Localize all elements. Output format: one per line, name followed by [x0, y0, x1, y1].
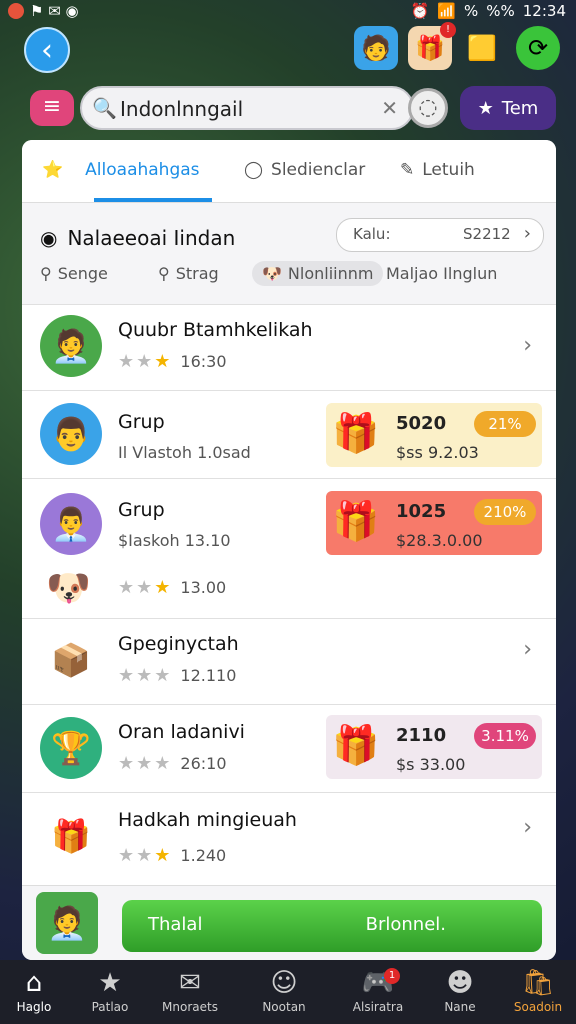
team-label: Tem — [501, 97, 539, 119]
bottom-action-row: 🧑‍💼 Thalal Brlonnel. — [22, 885, 556, 960]
chevron-right-icon: › — [523, 223, 531, 244]
refresh-reward-button[interactable]: ⟳ — [516, 26, 560, 70]
status-icons: ⚑ ✉ ◉ — [30, 2, 79, 20]
sync-icon: ◌ — [418, 95, 438, 120]
gift-badge: ! — [440, 22, 456, 38]
wifi-icon: 📶 — [437, 2, 456, 20]
chevron-right-icon: › — [523, 815, 532, 840]
pet-icon: 🐶 — [46, 568, 91, 609]
battery-text: %% — [486, 2, 515, 20]
search-small-icon: ⚲ — [158, 264, 170, 283]
nav-mail[interactable]: ✉ Mnoraets — [150, 966, 230, 1014]
tab-third[interactable]: ✎ Letuih — [400, 160, 475, 180]
sync-button[interactable]: ◌ — [408, 88, 448, 128]
person-icon: ⚲ — [40, 264, 52, 283]
avatar-icon: 🧑 — [361, 34, 391, 62]
person-icon: ☻ — [446, 968, 474, 998]
list-item[interactable]: 📦 Gpeginyctah ★ ★ ★ 12.110 › — [22, 618, 556, 705]
rating: ★ ★ ★ 12.110 — [118, 665, 237, 686]
filter-3[interactable]: 🐶 Nlonliinnm — [252, 261, 384, 286]
gift-box-icon: 🎁 — [332, 723, 380, 767]
clock: 12:34 — [522, 2, 566, 20]
list-item[interactable]: 🎁 Hadkah mingieuah ★ ★ ★ 1.240 › — [22, 792, 556, 886]
bottom-nav: ⌂ Haglo ★ Patlao ✉ Mnoraets ☺ Nootan 🎮 Alsira… — [0, 960, 576, 1024]
gift-button[interactable]: 🎁! — [408, 22, 456, 70]
tab-bar: ⭐ Alloaahahgas ◯ Sledienclar ✎ Letuih — [22, 140, 556, 203]
avatar: 👨 — [40, 403, 102, 465]
list-item[interactable]: 🏆 Oran ladanivi ★ ★ ★ 26:10 🎁 2110 3.11% $s… — [22, 704, 556, 793]
nav-profile[interactable]: ☻ Nane — [420, 966, 500, 1014]
star-icon: ★ — [98, 968, 122, 998]
offer-card[interactable]: 🎁 5020 21% $ss 9.2.03 — [326, 403, 542, 467]
clear-icon[interactable]: ✕ — [381, 96, 398, 120]
nav-star[interactable]: ★ Patlao — [70, 966, 150, 1014]
rating: ★ ★ ★ 1.240 — [118, 845, 227, 866]
main-panel: ⭐ Alloaahahgas ◯ Sledienclar ✎ Letuih ◉ Nala… — [22, 140, 556, 960]
confirm-button[interactable]: Thalal Brlonnel. — [122, 900, 542, 952]
notification-icon — [8, 3, 24, 19]
profile-avatar-button[interactable]: 🧑 — [354, 26, 398, 70]
chat-icon: ☺ — [270, 968, 298, 998]
compass-icon: ◉ — [40, 226, 58, 250]
status-bar: ⚑ ✉ ◉ ⏰ 📶 % %% 12:34 — [0, 0, 576, 24]
tab-first[interactable]: ⭐ Alloaahahgas — [42, 160, 200, 180]
nav-shop[interactable]: 🛍 Soadoin — [498, 966, 576, 1014]
hamburger-icon: ≡ — [42, 94, 62, 119]
nav-home[interactable]: ⌂ Haglo — [0, 966, 74, 1014]
badge-star-icon: ⭐ — [42, 160, 64, 180]
pencil-icon: ✎ — [400, 160, 415, 180]
home-icon: ⌂ — [25, 968, 43, 998]
search-row: ≡ 🔍 ✕ ◌ ★ Tem — [22, 82, 556, 134]
search-box: 🔍 ✕ — [80, 86, 414, 130]
crate-icon: 📦 — [51, 641, 91, 679]
gift-icon: 🎁 — [415, 34, 445, 62]
pet-icon: 🐶 — [262, 264, 282, 283]
shop-icon: 🛍 — [521, 968, 555, 998]
offer-card[interactable]: 🎁 1025 210% $28.3.0.00 — [326, 491, 542, 555]
rating: ★ ★ ★ 26:10 — [118, 753, 227, 774]
list-item[interactable]: 👨 Grup Il Vlastoh 1.0sad 🎁 5020 21% $ss … — [22, 390, 556, 479]
nav-games[interactable]: 🎮 Alsiratra 1 — [338, 966, 418, 1014]
menu-button[interactable]: ≡ — [30, 90, 74, 126]
gamepad-icon: 🎮 — [361, 968, 395, 998]
filter-1[interactable]: ⚲ Senge — [40, 264, 108, 283]
top-bar: ‹ 🧑 🎁! 🟨 ⟳ — [0, 22, 576, 76]
team-button[interactable]: ★ Tem — [460, 86, 556, 130]
filter-4[interactable]: Maljao Ilnglun — [386, 264, 497, 283]
gift-box-icon: 🎁 — [332, 499, 380, 543]
rating: ★ ★ ★ 13.00 — [118, 577, 227, 598]
avatar: 🧑‍💼 — [36, 892, 98, 954]
alarm-icon: ⏰ — [410, 2, 430, 20]
trophy-icon: 🏆 — [40, 717, 102, 779]
avatar: 👨‍💼 — [40, 493, 102, 555]
offer-card[interactable]: 🎁 2110 3.11% $s 33.00 — [326, 715, 542, 779]
nav-chat[interactable]: ☺ Nootan — [244, 966, 324, 1014]
back-button[interactable]: ‹ — [24, 27, 70, 73]
avatar: 🧑‍💼 — [40, 315, 102, 377]
mail-icon: ✉ — [179, 968, 201, 998]
filter-2[interactable]: ⚲ Strag — [158, 264, 219, 283]
section-title: ◉ Nalaeeoai Iindan — [40, 226, 236, 250]
refresh-icon: ⟳ — [527, 34, 549, 62]
arrow-left-icon: ‹ — [41, 33, 53, 68]
search-icon: 🔍 — [92, 96, 117, 120]
rating: ★ ★ ★ 16:30 — [118, 351, 227, 372]
list-item[interactable]: 🧑‍💼 Quubr Btamhkelikah ★ ★ ★ 16:30 › — [22, 304, 556, 391]
chevron-right-icon: › — [523, 333, 532, 358]
filter-bar: ⚲ Senge ⚲ Strag 🐶 Nlonliinnm Maljao Ilnglun — [22, 258, 556, 298]
chevron-right-icon: › — [523, 637, 532, 662]
tab-indicator — [94, 198, 212, 202]
sort-dropdown[interactable]: Kalu: S2212 › — [336, 218, 544, 252]
gold-button[interactable]: 🟨 — [460, 26, 504, 70]
chat-bubble-icon: ◯ — [244, 160, 264, 180]
tab-second[interactable]: ◯ Sledienclar — [244, 160, 365, 180]
signal-text: % — [463, 2, 479, 20]
search-input[interactable] — [118, 94, 372, 124]
list-item[interactable]: 👨‍💼 Grup $Iaskoh 13.10 🐶 ★ ★ ★ 13.00 🎁 1025… — [22, 478, 556, 619]
gift-box-icon: 🎁 — [332, 411, 380, 455]
gold-block-icon: 🟨 — [467, 34, 497, 62]
gift-box-icon: 🎁 — [51, 817, 91, 855]
star-icon: ★ — [477, 97, 494, 119]
